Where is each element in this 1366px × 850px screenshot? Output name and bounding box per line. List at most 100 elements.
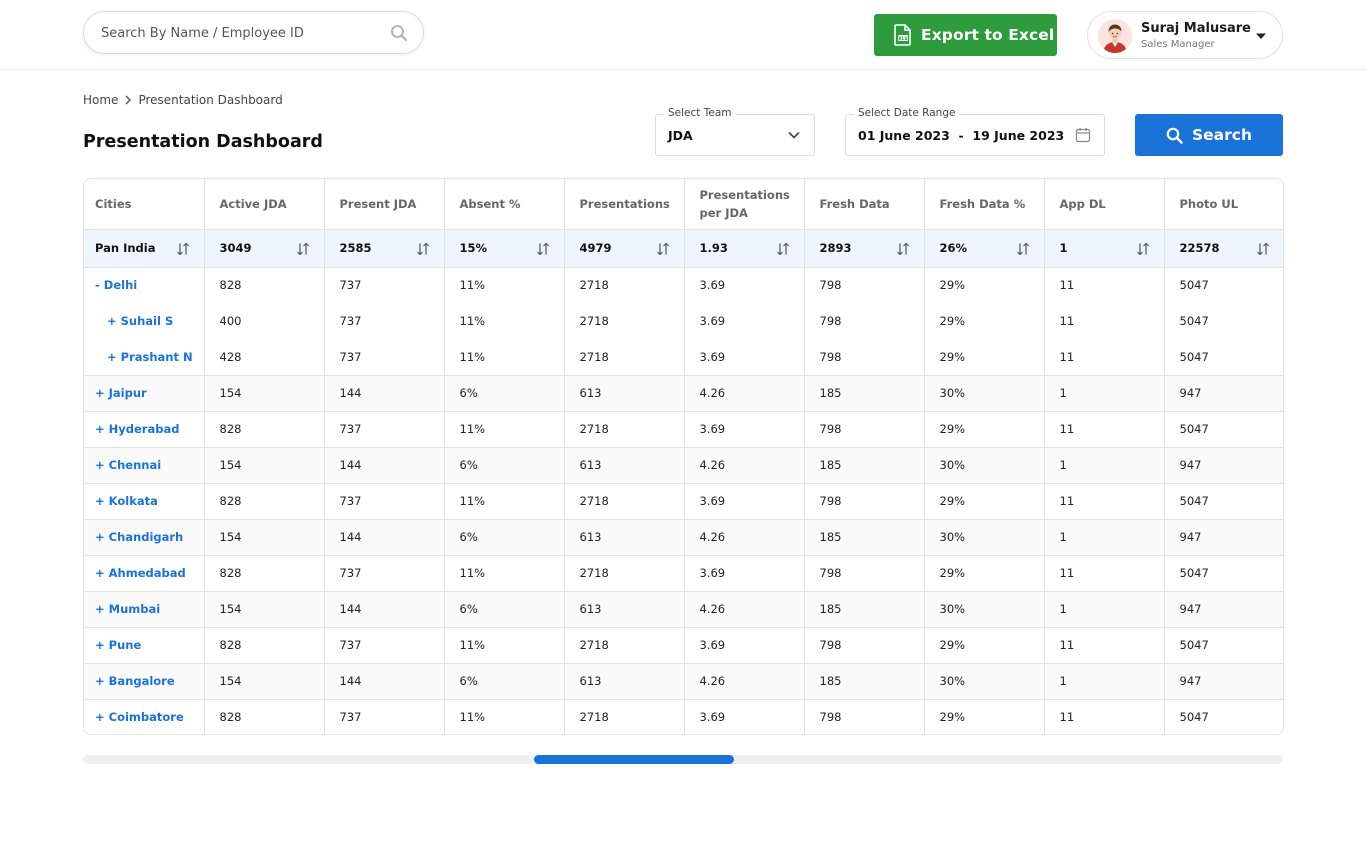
table-cell: 5047	[1179, 278, 1209, 293]
total-cell: 15%	[444, 229, 565, 268]
table-cell: 29%	[924, 339, 1045, 376]
table-header-row: Cities Active JDA Present JDA Absent % Prese…	[84, 179, 1283, 230]
row-expand-label[interactable]: + Coimbatore	[84, 699, 205, 734]
row-expand-label[interactable]: + Jaipur	[84, 375, 205, 412]
table-cell: 29%	[924, 627, 1045, 664]
table-cell: 3.69	[684, 303, 805, 339]
date-range-value: 01 June 2023 - 19 June 2023	[858, 128, 1065, 143]
employee-search[interactable]	[83, 11, 424, 54]
sort-icon[interactable]	[416, 242, 430, 256]
column-header: Presentations	[564, 179, 685, 230]
sort-icon[interactable]	[176, 242, 190, 256]
calendar-icon[interactable]	[1075, 127, 1091, 143]
table-cell: 6%	[444, 447, 565, 484]
breadcrumb: Home Presentation Dashboard	[83, 93, 283, 107]
search-button[interactable]: Search	[1135, 114, 1283, 156]
row-expand-label[interactable]: + Hyderabad	[84, 411, 205, 448]
table-cell: 737	[324, 267, 445, 303]
row-expand-label[interactable]: + Mumbai	[84, 591, 205, 628]
table-cell: 737	[324, 699, 445, 734]
row-expand-label[interactable]: + Ahmedabad	[84, 555, 205, 592]
sort-icon[interactable]	[536, 242, 550, 256]
row-expand-label[interactable]: + Bangalore	[84, 663, 205, 700]
table-cell: 737	[324, 483, 445, 520]
table-cell: 737	[324, 555, 445, 592]
table-cell: 947	[1164, 447, 1283, 484]
caret-down-icon[interactable]	[1256, 31, 1266, 41]
table-cell: 1	[1044, 519, 1165, 556]
chevron-down-icon	[788, 131, 800, 139]
user-name: Suraj Malusare	[1141, 21, 1251, 36]
row-expand-label[interactable]: + Prashant N	[84, 339, 205, 376]
table-cell: 30%	[924, 519, 1045, 556]
sort-icon[interactable]	[1256, 242, 1270, 256]
date-range-picker[interactable]: Select Date Range 01 June 2023 - 19 June…	[845, 107, 1105, 156]
search-icon[interactable]	[390, 24, 408, 42]
table-cell: 400	[204, 303, 325, 339]
table-cell: 828	[204, 267, 325, 303]
table-cell: 185	[804, 375, 925, 412]
table-cell: 11%	[444, 303, 565, 339]
date-range-label: Select Date Range	[854, 107, 960, 119]
table-row: + Chennai 154 144 6% 613 4.26 185 30% 1 947	[84, 447, 1283, 484]
sort-icon[interactable]	[296, 242, 310, 256]
table-cell: 613	[564, 447, 685, 484]
sort-icon[interactable]	[1016, 242, 1030, 256]
table-cell: 29%	[924, 699, 1045, 734]
table-cell: 11	[1044, 411, 1165, 448]
column-header: Fresh Data %	[924, 179, 1045, 230]
table-cell: 154	[204, 591, 325, 628]
table-cell: 6%	[444, 519, 565, 556]
user-menu[interactable]: Suraj Malusare Sales Manager	[1087, 11, 1283, 59]
table-cell: 6%	[444, 591, 565, 628]
sort-icon[interactable]	[896, 242, 910, 256]
row-expand-label[interactable]: + Pune	[84, 627, 205, 664]
total-cell: 22578	[1164, 229, 1283, 268]
table-cell: 828	[204, 555, 325, 592]
sort-icon[interactable]	[656, 242, 670, 256]
table-cell: 4.26	[684, 519, 805, 556]
row-expand-label[interactable]: + Kolkata	[84, 483, 205, 520]
table-cell: 3.69	[684, 339, 805, 376]
horizontal-scrollbar[interactable]	[83, 755, 1283, 764]
table-row: + Ahmedabad 828 737 11% 2718 3.69 798 29% 11 5047	[84, 555, 1283, 592]
table-cell: 5047	[1179, 314, 1209, 328]
total-cell: 26%	[924, 229, 1045, 268]
table-cell: 11%	[444, 267, 565, 303]
search-input[interactable]	[101, 23, 381, 43]
table-row: + Hyderabad 828 737 11% 2718 3.69 798 29% 11 5047	[84, 411, 1283, 448]
table-cell: 828	[204, 699, 325, 734]
export-label: Export to Excel	[921, 26, 1055, 44]
table-cell: 29%	[924, 411, 1045, 448]
export-to-excel-button[interactable]: XLS Export to Excel	[874, 14, 1057, 56]
sort-icon[interactable]	[776, 242, 790, 256]
table-cell: 4.26	[684, 591, 805, 628]
total-value: 2893	[819, 241, 852, 255]
row-expand-label[interactable]: + Chennai	[84, 447, 205, 484]
table-cell: 11	[1044, 699, 1165, 734]
row-expand-label[interactable]: - Delhi	[84, 267, 205, 303]
total-cell: 2585	[324, 229, 445, 268]
user-role: Sales Manager	[1141, 39, 1215, 50]
table-cell: 30%	[924, 447, 1045, 484]
row-expand-label[interactable]: + Suhail S	[84, 303, 205, 339]
table-cell: 185	[804, 591, 925, 628]
total-value: Pan India	[95, 241, 156, 255]
table-cell: 1	[1044, 663, 1165, 700]
search-icon	[1166, 127, 1183, 144]
table-cell: 11%	[444, 483, 565, 520]
scrollbar-thumb[interactable]	[534, 755, 734, 764]
column-header: Present JDA	[324, 179, 445, 230]
total-cell: 1	[1044, 229, 1165, 268]
table-cell: 3.69	[684, 699, 805, 734]
team-select[interactable]: Select Team JDA	[655, 107, 815, 156]
breadcrumb-home[interactable]: Home	[83, 93, 118, 107]
total-cell: 1.93	[684, 229, 805, 268]
row-expand-label[interactable]: + Chandigarh	[84, 519, 205, 556]
column-header: Absent %	[444, 179, 565, 230]
sort-icon[interactable]	[1136, 242, 1150, 256]
table-cell: 828	[204, 483, 325, 520]
total-value: 26%	[939, 241, 968, 255]
table-cell: 185	[804, 519, 925, 556]
table-cell: 2718	[564, 303, 685, 339]
